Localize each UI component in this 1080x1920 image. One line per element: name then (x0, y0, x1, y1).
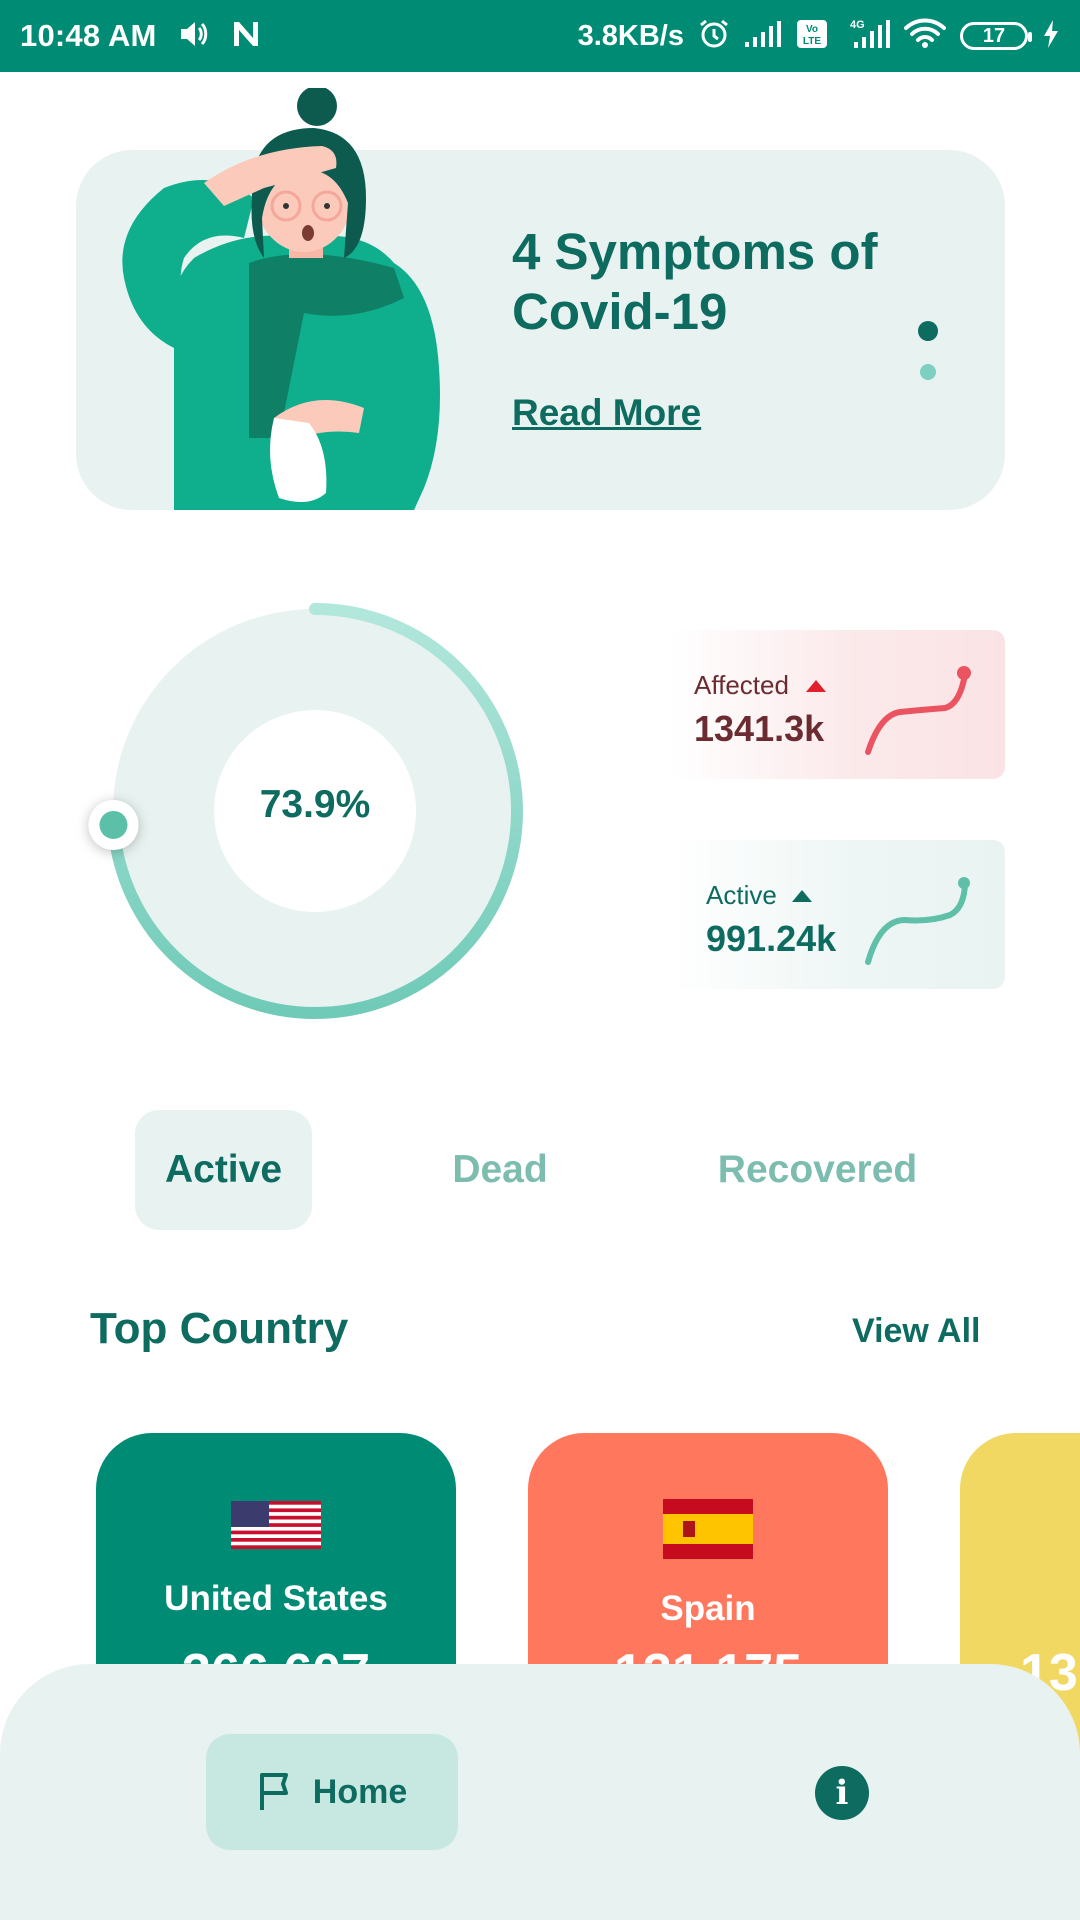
home-screen: 10:48 AM 3.8KB/s Vo LTE 4G 17 4 Symptoms… (0, 0, 1080, 1920)
active-stat-card[interactable]: Active 991.24k (670, 840, 1005, 989)
page-indicator-dot[interactable] (920, 364, 936, 380)
volume-icon (179, 20, 209, 53)
sick-woman-illustration (122, 88, 440, 510)
page-indicator-dot-active[interactable] (918, 321, 938, 341)
nav-home-label: Home (312, 1772, 408, 1811)
tab-dead[interactable]: Dead (420, 1110, 580, 1230)
banner-title-line1: 4 Symptoms of (512, 223, 878, 280)
svg-text:Vo: Vo (806, 24, 818, 35)
donut-percentage: 73.9% (259, 783, 371, 826)
svg-text:4G: 4G (850, 19, 865, 31)
status-time: 10:48 AM (20, 18, 157, 53)
active-sparkline (865, 877, 970, 965)
banner-title: 4 Symptoms of Covid-19 (512, 222, 932, 342)
charging-icon (1042, 19, 1060, 54)
affected-stat-card[interactable]: Affected 1341.3k (670, 630, 1005, 779)
wifi-icon (904, 18, 946, 55)
bottom-navigation (0, 1664, 1080, 1920)
affected-value: 1341.3k (694, 708, 825, 749)
us-flag-icon (231, 1501, 321, 1549)
active-label: Active (706, 880, 777, 910)
country-name: Spain (660, 1589, 756, 1628)
active-trend-up-icon (792, 890, 812, 902)
info-icon[interactable]: i (815, 1766, 869, 1820)
spain-flag-icon (663, 1499, 753, 1559)
alarm-icon (698, 18, 730, 55)
battery-icon: 17 (960, 22, 1032, 50)
network-speed: 3.8KB/s (577, 19, 684, 52)
affected-sparkline (865, 666, 971, 755)
top-country-title: Top Country (90, 1304, 349, 1353)
tab-active[interactable]: Active (135, 1110, 312, 1230)
signal-icon (744, 20, 782, 53)
tab-recovered[interactable]: Recovered (700, 1110, 935, 1230)
affected-label: Affected (694, 670, 789, 700)
svg-text:LTE: LTE (803, 36, 821, 47)
flag-icon (259, 1773, 288, 1810)
banner-title-line2: Covid-19 (512, 283, 728, 340)
donut-knob[interactable] (88, 799, 139, 850)
view-all-button[interactable]: View All (852, 1312, 981, 1351)
active-value: 991.24k (706, 918, 837, 959)
read-more-link[interactable]: Read More (512, 392, 701, 434)
status-bar: 10:48 AM 3.8KB/s Vo LTE 4G 17 (0, 0, 1080, 72)
affected-trend-up-icon (806, 680, 826, 692)
4g-signal-icon: 4G (842, 18, 890, 55)
volte-icon: Vo LTE (796, 19, 828, 54)
country-name: United States (164, 1579, 388, 1618)
notification-n-icon (231, 20, 261, 53)
nav-home-button[interactable]: Home (206, 1734, 458, 1850)
